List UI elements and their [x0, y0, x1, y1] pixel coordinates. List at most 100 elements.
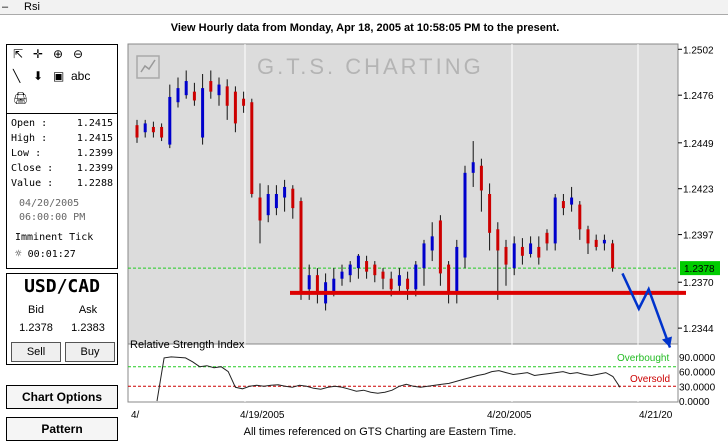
sun-icon: ☼ [15, 247, 22, 260]
candle-body [529, 243, 533, 254]
rsi-plot-area [127, 343, 679, 403]
close-row: Close : 1.2399 [11, 163, 115, 176]
candle-body [332, 278, 336, 292]
imminent-tick-label: Imminent Tick [15, 232, 94, 243]
pointer-icon[interactable]: ⇱ [13, 47, 23, 61]
value-row: Value : 1.2288 [11, 178, 115, 191]
candle-body [176, 88, 180, 103]
zoom-in-icon[interactable]: ⊕ [53, 47, 63, 61]
price-tick-label: 1.2370 [683, 278, 714, 289]
candle-body [274, 194, 278, 209]
candle [397, 268, 401, 293]
candle [291, 185, 295, 219]
candle [422, 239, 426, 286]
chart-options-button[interactable]: Chart Options [6, 385, 118, 409]
candle [299, 197, 303, 300]
candle [250, 98, 254, 198]
print-icon[interactable]: 🖨 [13, 91, 28, 105]
line-tool-icon[interactable]: ╲ [13, 69, 20, 83]
pattern-button[interactable]: Pattern [6, 417, 118, 441]
imminent-tick-countdown: 00:01:27 [27, 249, 76, 260]
candle-body [266, 194, 270, 216]
candle [520, 238, 524, 265]
price-tick-label: 1.2449 [683, 139, 714, 150]
candle-body [168, 96, 172, 145]
candle-body [250, 102, 254, 194]
price-tick-label: 1.2397 [683, 231, 714, 242]
candle [512, 236, 516, 276]
candle-body [488, 194, 492, 233]
pair-symbol: USD/CAD [24, 276, 100, 297]
candle-body [381, 271, 385, 279]
bar-time: 06:00:00 PM [19, 212, 86, 223]
rsi-tick-label: 60.0000 [679, 368, 716, 379]
candle-body [233, 91, 237, 124]
candle-body [258, 197, 262, 221]
candle [471, 141, 475, 187]
currency-pair-panel: USD/CAD Bid Ask 1.2378 1.2383 Sell Buy [6, 273, 118, 365]
candle-body [356, 255, 360, 269]
candle-body [463, 172, 467, 258]
watermark-logo-icon [136, 55, 160, 79]
candle [192, 82, 196, 106]
imminent-tick-row: ☼ 00:01:27 [15, 247, 76, 260]
candle [315, 268, 319, 304]
buy-button[interactable]: Buy [65, 342, 115, 362]
timezone-note: All times referenced on GTS Charting are… [243, 426, 517, 438]
candle-body [496, 229, 500, 251]
candle [578, 201, 582, 240]
candle [406, 271, 410, 300]
close-label: Close : [11, 163, 54, 174]
watermark-text: G.T.S. CHARTING [257, 54, 484, 79]
candle-body [151, 126, 155, 133]
candle [602, 234, 606, 251]
zoom-out-icon[interactable]: ⊖ [73, 47, 83, 61]
candle [233, 86, 237, 133]
candle [176, 77, 180, 108]
candle-body [586, 229, 590, 244]
candle-body [578, 204, 582, 230]
candle [356, 254, 360, 279]
text-tool-label[interactable]: abc [71, 69, 90, 83]
candle-body [479, 165, 483, 191]
candle-body [406, 278, 410, 290]
crosshair-icon[interactable]: ✛ [33, 47, 43, 61]
candle-body [520, 246, 524, 256]
candle [365, 255, 369, 279]
candle [586, 225, 590, 254]
text-box-icon[interactable]: ▣ [53, 69, 64, 83]
candle [340, 264, 344, 286]
candle [135, 119, 139, 143]
chart-range-description: View Hourly data from Monday, Apr 18, 20… [170, 22, 560, 34]
candle-body [561, 201, 565, 209]
candle [242, 91, 246, 113]
forecast-arrowhead [662, 336, 672, 348]
bid-value: 1.2378 [19, 322, 53, 334]
candle-body [414, 264, 418, 290]
high-label: High : [11, 133, 48, 144]
candle [447, 261, 451, 304]
candle-body [184, 81, 188, 96]
candle [332, 268, 336, 297]
candle [225, 79, 229, 120]
sell-button[interactable]: Sell [11, 342, 61, 362]
forecast-arrow [621, 272, 672, 348]
price-plot-area [127, 43, 679, 345]
candle [553, 194, 557, 251]
candle [438, 215, 442, 286]
candle-body [315, 275, 319, 293]
arrow-down-icon[interactable]: ⬇ [33, 69, 43, 83]
candle [348, 261, 352, 283]
candle [414, 261, 418, 297]
candle-body [192, 91, 196, 101]
candle [184, 70, 188, 99]
candle-body [504, 246, 508, 265]
date-tick-label: 4/20/2005 [487, 410, 532, 421]
candle-body [348, 264, 352, 276]
window-menu-dash[interactable]: – [2, 0, 8, 14]
candle-body [373, 264, 377, 276]
quote-panel: Open : 1.2415 High : 1.2415 Low : 1.2399… [6, 113, 118, 269]
candle-body [430, 236, 434, 251]
open-label: Open : [11, 118, 48, 129]
candle [283, 179, 287, 212]
